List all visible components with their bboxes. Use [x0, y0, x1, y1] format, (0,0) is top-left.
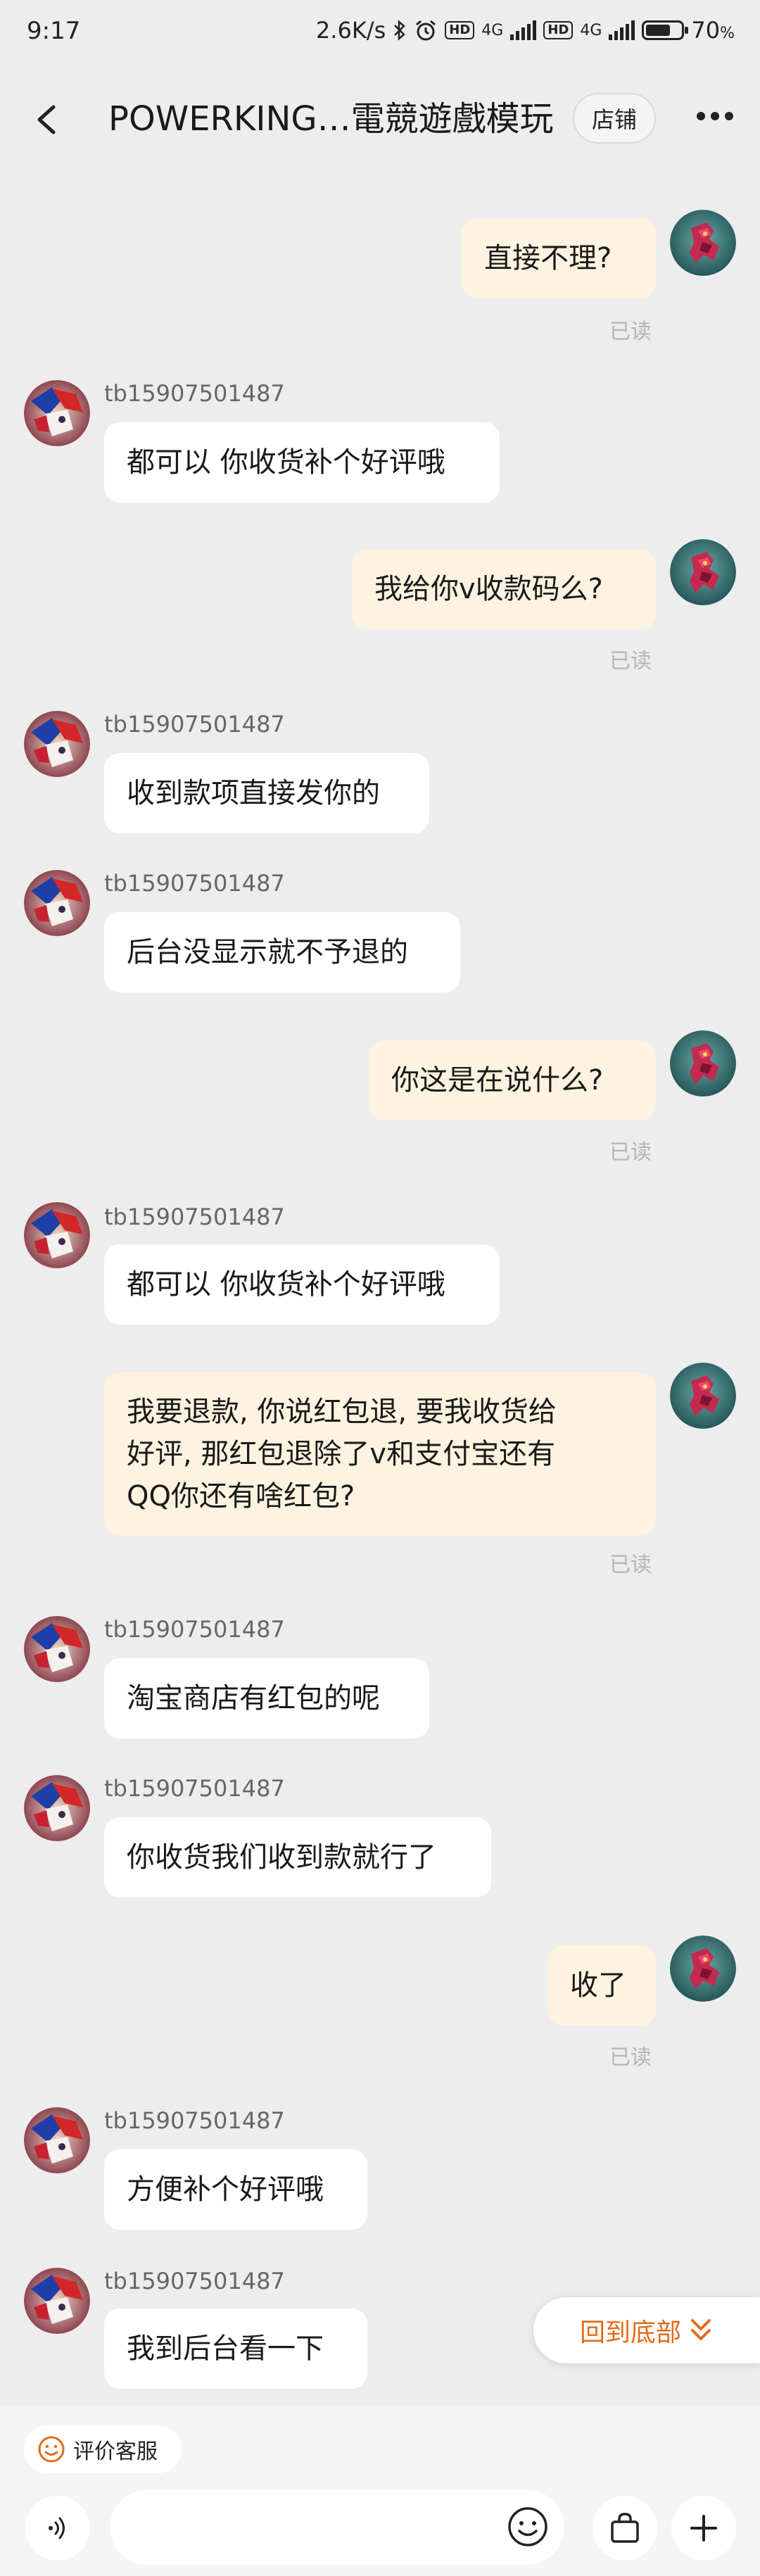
signal-icon-1: [510, 20, 537, 40]
chevron-left-icon: [37, 105, 56, 134]
sender-name: tb15907501487: [104, 1204, 285, 1230]
rate-service-label: 评价客服: [73, 2439, 158, 2464]
battery-percent: 70%: [691, 17, 735, 44]
message-bubble-mine[interactable]: 收了: [547, 1945, 656, 2026]
sender-name: tb15907501487: [104, 870, 285, 897]
alarm-icon: [416, 20, 436, 41]
message-bubble-mine[interactable]: 你这是在说什么?: [369, 1040, 656, 1120]
message-bubble-seller[interactable]: 都可以 你收货补个好评哦: [104, 1244, 500, 1325]
emoji-button[interactable]: [505, 2504, 550, 2549]
my-avatar[interactable]: [670, 1363, 736, 1429]
seller-avatar[interactable]: [24, 1202, 90, 1268]
seller-avatar[interactable]: [24, 2268, 90, 2334]
smile-icon: [38, 2436, 65, 2463]
read-status: 已读: [609, 1140, 652, 1165]
chat-title: POWERKING…電競遊戲模玩: [108, 99, 554, 139]
my-avatar[interactable]: [670, 1936, 736, 2002]
voice-button[interactable]: [25, 2496, 90, 2561]
my-avatar[interactable]: [670, 210, 736, 276]
shopping-bag-icon: [611, 2513, 639, 2543]
more-dots-icon: [697, 112, 733, 120]
read-status: 已读: [609, 649, 652, 674]
message-bubble-mine[interactable]: 我给你v收款码么?: [352, 549, 656, 629]
read-status: 已读: [609, 320, 652, 344]
message-line: 好评, 那红包退除了v和支付宝还有: [127, 1438, 556, 1470]
message-input[interactable]: [110, 2490, 564, 2565]
seller-avatar[interactable]: [24, 1775, 90, 1841]
message-bubble-seller[interactable]: 收到款项直接发你的: [104, 753, 429, 833]
read-status: 已读: [609, 1553, 652, 1577]
rate-service-button[interactable]: 评价客服: [24, 2425, 182, 2473]
message-bubble-mine[interactable]: 直接不理?: [462, 218, 656, 298]
battery-fill: [646, 25, 671, 36]
shop-button[interactable]: 店铺: [573, 93, 656, 144]
message-bubble-seller[interactable]: 淘宝商店有红包的呢: [104, 1658, 429, 1738]
emoji-icon: [508, 2507, 547, 2546]
net-speed: 2.6K/s: [315, 17, 386, 44]
plus-icon: [690, 2515, 717, 2542]
message-line: QQ你还有啥红包?: [127, 1480, 355, 1513]
seller-avatar[interactable]: [24, 1616, 90, 1682]
message-bubble-mine[interactable]: 我要退款, 你说红包退, 要我收货给 好评, 那红包退除了v和支付宝还有 QQ你…: [104, 1372, 656, 1536]
message-bubble-seller[interactable]: 后台没显示就不予退的: [104, 912, 460, 992]
lte-label-1: 4G: [481, 21, 504, 39]
voice-icon: [49, 2517, 65, 2539]
back-to-bottom-label: 回到底部: [579, 2318, 681, 2347]
back-to-bottom-button[interactable]: 回到底部: [533, 2297, 760, 2363]
signal-icon-2: [609, 20, 635, 40]
seller-avatar[interactable]: [24, 711, 90, 777]
message-bubble-seller[interactable]: 都可以 你收货补个好评哦: [104, 422, 500, 503]
status-indicators: 2.6K/s HD 4G HD 4G 70%: [316, 17, 735, 44]
hd-badge-1: HD: [445, 21, 475, 39]
back-button[interactable]: [25, 91, 68, 148]
message-bubble-seller[interactable]: 我到后台看一下: [104, 2309, 367, 2389]
sender-name: tb15907501487: [104, 711, 285, 738]
my-avatar[interactable]: [670, 1030, 736, 1097]
seller-avatar[interactable]: [24, 870, 90, 936]
message-bubble-seller[interactable]: 你收货我们收到款就行了: [104, 1817, 491, 1898]
sender-name: tb15907501487: [104, 2268, 285, 2294]
message-bubble-seller[interactable]: 方便补个好评哦: [104, 2149, 367, 2230]
message-line: 我要退款, 你说红包退, 要我收货给: [127, 1396, 557, 1428]
lte-label-2: 4G: [580, 21, 602, 39]
seller-avatar[interactable]: [24, 380, 90, 446]
plus-button[interactable]: [671, 2496, 736, 2561]
read-status: 已读: [609, 2045, 652, 2070]
sender-name: tb15907501487: [104, 1616, 285, 1643]
bluetooth-icon: [394, 20, 406, 41]
status-time: 9:17: [27, 17, 81, 45]
hd-badge-2: HD: [543, 21, 574, 39]
battery-icon: [642, 20, 689, 40]
shopping-bag-button[interactable]: [593, 2496, 657, 2561]
seller-avatar[interactable]: [24, 2107, 90, 2173]
sender-name: tb15907501487: [104, 380, 285, 407]
sender-name: tb15907501487: [104, 1775, 285, 1802]
sender-name: tb15907501487: [104, 2107, 285, 2134]
more-button[interactable]: [690, 102, 746, 130]
my-avatar[interactable]: [670, 539, 736, 605]
double-chevron-down-icon: [691, 2319, 711, 2340]
